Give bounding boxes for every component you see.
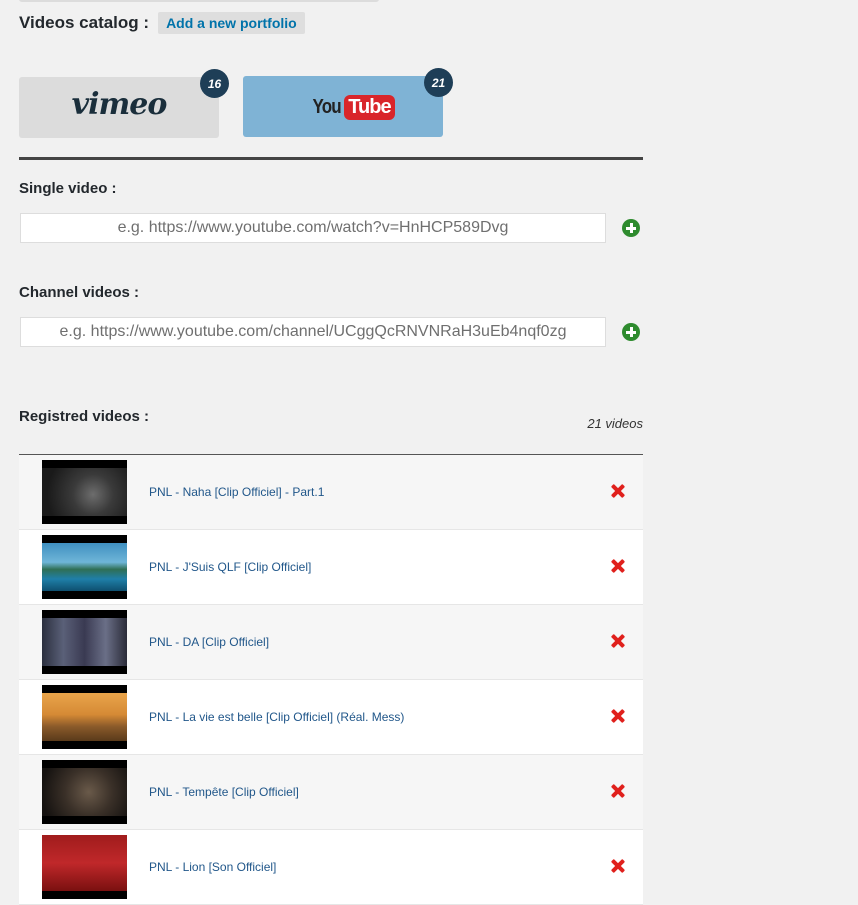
video-row: PNL - La vie est belle [Clip Officiel] (… bbox=[19, 680, 643, 755]
delete-video-icon[interactable] bbox=[611, 484, 625, 498]
video-list: PNL - Naha [Clip Officiel] - Part.1 PNL … bbox=[19, 455, 643, 905]
video-row: PNL - Lion [Son Officiel] bbox=[19, 830, 643, 905]
video-title-link[interactable]: PNL - Naha [Clip Officiel] - Part.1 bbox=[149, 485, 324, 499]
vimeo-logo: vimeo bbox=[71, 87, 168, 122]
video-count: 21 videos bbox=[587, 416, 643, 431]
video-row: PNL - DA [Clip Officiel] bbox=[19, 605, 643, 680]
channel-videos-label: Channel videos : bbox=[19, 284, 140, 301]
vimeo-count-badge: 16 bbox=[200, 69, 229, 98]
provider-vimeo[interactable]: vimeo 16 bbox=[19, 69, 229, 138]
video-thumbnail[interactable] bbox=[42, 685, 127, 749]
delete-video-icon[interactable] bbox=[611, 709, 625, 723]
add-portfolio-button[interactable]: Add a new portfolio bbox=[158, 12, 305, 34]
delete-video-icon[interactable] bbox=[611, 784, 625, 798]
video-row: PNL - Tempête [Clip Officiel] bbox=[19, 755, 643, 830]
youtube-logo-tube: Tube bbox=[344, 95, 395, 120]
section-divider bbox=[19, 157, 643, 160]
catalog-header: Videos catalog : Add a new portfolio bbox=[19, 12, 305, 34]
youtube-logo-you: You bbox=[312, 96, 341, 118]
channel-videos-input[interactable] bbox=[20, 317, 606, 347]
delete-video-icon[interactable] bbox=[611, 859, 625, 873]
video-thumbnail[interactable] bbox=[42, 610, 127, 674]
add-channel-videos-icon[interactable] bbox=[622, 323, 640, 341]
single-video-label: Single video : bbox=[19, 180, 117, 197]
video-thumbnail[interactable] bbox=[42, 835, 127, 899]
video-title-link[interactable]: PNL - DA [Clip Officiel] bbox=[149, 635, 269, 649]
video-title-link[interactable]: PNL - Tempête [Clip Officiel] bbox=[149, 785, 299, 799]
video-thumbnail[interactable] bbox=[42, 760, 127, 824]
add-single-video-icon[interactable] bbox=[622, 219, 640, 237]
delete-video-icon[interactable] bbox=[611, 559, 625, 573]
youtube-count-badge: 21 bbox=[424, 68, 453, 97]
video-title-link[interactable]: PNL - La vie est belle [Clip Officiel] (… bbox=[149, 710, 404, 724]
delete-video-icon[interactable] bbox=[611, 634, 625, 648]
video-title-link[interactable]: PNL - J'Suis QLF [Clip Officiel] bbox=[149, 560, 311, 574]
video-row: PNL - Naha [Clip Officiel] - Part.1 bbox=[19, 455, 643, 530]
video-thumbnail[interactable] bbox=[42, 460, 127, 524]
single-video-input[interactable] bbox=[20, 213, 606, 243]
top-bar-remnant bbox=[19, 0, 379, 2]
registered-videos-label: Registred videos : bbox=[19, 408, 150, 425]
video-thumbnail[interactable] bbox=[42, 535, 127, 599]
video-title-link[interactable]: PNL - Lion [Son Officiel] bbox=[149, 860, 276, 874]
video-row: PNL - J'Suis QLF [Clip Officiel] bbox=[19, 530, 643, 605]
provider-youtube[interactable]: You Tube 21 bbox=[243, 68, 453, 137]
catalog-title: Videos catalog : bbox=[19, 13, 150, 32]
youtube-logo: You Tube bbox=[310, 95, 395, 120]
